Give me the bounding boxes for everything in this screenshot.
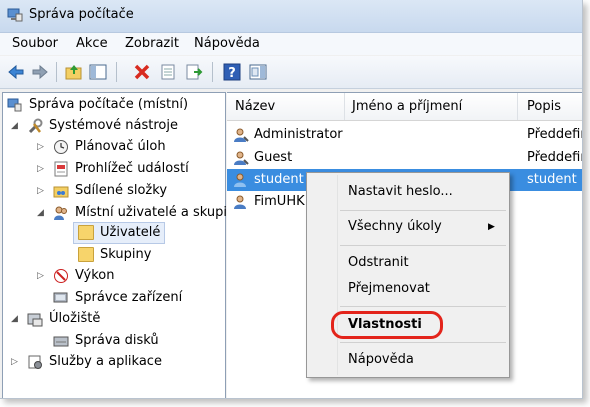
toolbar-separator [116, 62, 117, 82]
table-row-administrator[interactable]: Administrator Předdefinovaný [227, 124, 582, 146]
performance-icon [54, 269, 68, 283]
context-menu: Nastavit heslo... Všechny úkoly ▶ Odstra… [306, 172, 510, 378]
show-hide-action-pane-icon[interactable] [248, 62, 268, 82]
table-row-guest[interactable]: Guest Předdefinovaný [227, 147, 582, 169]
collapsed-arrow-icon[interactable]: ▷ [11, 357, 21, 367]
collapsed-arrow-icon[interactable]: ▷ [37, 164, 47, 174]
svg-text:?: ? [228, 66, 236, 81]
tree-item-local-users-groups[interactable]: ◢ Místní uživatelé a skupiny [3, 203, 243, 223]
user-icon [234, 173, 246, 187]
storage-icon [27, 313, 43, 327]
up-folder-icon[interactable] [64, 62, 84, 82]
expanded-arrow-icon[interactable]: ◢ [37, 208, 47, 218]
window-title: Správa počítače [29, 7, 134, 22]
tree-item-users[interactable]: Uživatelé [73, 222, 165, 244]
tree-item-system-tools[interactable]: ◢ Systémové nástroje [3, 116, 223, 136]
title-bar: Správa počítače [0, 0, 582, 33]
menu-separator [340, 306, 506, 307]
user-name: student [254, 172, 304, 187]
folder-icon [78, 247, 94, 262]
user-name: Guest [254, 150, 293, 165]
submenu-arrow-icon: ▶ [488, 222, 495, 232]
console-tree: Správa počítače (místní) ◢ Systémové nás… [2, 92, 243, 398]
collapsed-arrow-icon[interactable]: ▷ [37, 271, 47, 281]
tree-item-computer-management[interactable]: Správa počítače (místní) [3, 95, 223, 115]
expanded-arrow-icon[interactable]: ◢ [11, 314, 21, 324]
help-icon[interactable]: ? [222, 62, 242, 82]
menu-item-rename[interactable]: Přejmenovat [307, 277, 509, 301]
tree-item-storage[interactable]: ◢ Úložiště [3, 309, 223, 329]
services-icon [28, 355, 42, 369]
menu-file[interactable]: Soubor [12, 36, 58, 51]
menu-separator [340, 245, 506, 246]
toolbar-separator [212, 62, 213, 82]
event-viewer-icon [54, 161, 68, 177]
menu-action[interactable]: Akce [76, 36, 108, 51]
computer-management-icon [7, 98, 22, 112]
menu-item-help[interactable]: Nápověda [307, 348, 509, 372]
export-icon[interactable] [184, 62, 204, 82]
menu-item-delete[interactable]: Odstranit [307, 251, 509, 275]
collapsed-arrow-icon[interactable]: ▷ [37, 186, 47, 196]
clock-icon [54, 140, 68, 154]
back-arrow-icon[interactable] [6, 62, 26, 82]
computer-management-icon [7, 8, 23, 22]
user-name: FimUHK [254, 194, 305, 209]
folder-icon [78, 225, 94, 240]
menu-item-all-tasks[interactable]: Všechny úkoly ▶ [307, 215, 509, 239]
users-group-icon [54, 206, 67, 220]
delete-icon[interactable] [132, 62, 152, 82]
show-hide-tree-icon[interactable] [88, 62, 108, 82]
user-description: student [527, 172, 577, 187]
tree-item-groups[interactable]: Skupiny [73, 245, 213, 265]
shared-folder-icon [53, 186, 69, 198]
menu-separator [340, 342, 506, 343]
column-divider[interactable] [517, 93, 518, 120]
toolbar: ? [0, 56, 582, 89]
menu-help[interactable]: Nápověda [194, 36, 260, 51]
tree-item-event-viewer[interactable]: ▷ Prohlížeč událostí [3, 159, 223, 179]
menu-separator [340, 210, 506, 211]
menu-view[interactable]: Zobrazit [125, 36, 179, 51]
tree-item-shared-folders[interactable]: ▷ Sdílené složky [3, 181, 223, 201]
column-divider[interactable] [344, 93, 345, 120]
computer-management-window: Správa počítače Soubor Akce Zobrazit Náp… [0, 0, 583, 399]
tree-item-services-applications[interactable]: ▷ Služby a aplikace [3, 352, 223, 372]
column-header-name[interactable]: Název [235, 93, 275, 120]
column-header-fullname[interactable]: Jméno a příjmení [352, 93, 462, 120]
properties-icon[interactable] [158, 62, 178, 82]
menu-gutter [337, 175, 338, 375]
user-icon [234, 195, 246, 209]
user-icon [234, 151, 249, 165]
tree-item-device-manager[interactable]: Správce zařízení [3, 288, 223, 308]
forward-arrow-icon[interactable] [30, 62, 50, 82]
user-icon [234, 128, 249, 142]
disk-management-icon [53, 336, 69, 347]
tree-item-performance[interactable]: ▷ Výkon [3, 266, 223, 286]
device-manager-icon [53, 292, 68, 303]
menu-bar: Soubor Akce Zobrazit Nápověda [0, 33, 582, 55]
expanded-arrow-icon[interactable]: ◢ [11, 121, 21, 131]
user-description: Předdefinovaný [527, 150, 582, 165]
collapsed-arrow-icon[interactable]: ▷ [37, 142, 47, 152]
tools-icon [28, 118, 43, 134]
menu-item-set-password[interactable]: Nastavit heslo... [307, 180, 509, 204]
user-description: Předdefinovaný [527, 127, 582, 142]
tree-item-disk-management[interactable]: Správa disků [3, 331, 223, 351]
user-name: Administrator [254, 127, 343, 142]
column-header-description[interactable]: Popis [527, 93, 561, 120]
toolbar-separator [56, 62, 57, 82]
highlight-ring [331, 311, 443, 339]
tree-item-task-scheduler[interactable]: ▷ Plánovač úloh [3, 137, 223, 157]
